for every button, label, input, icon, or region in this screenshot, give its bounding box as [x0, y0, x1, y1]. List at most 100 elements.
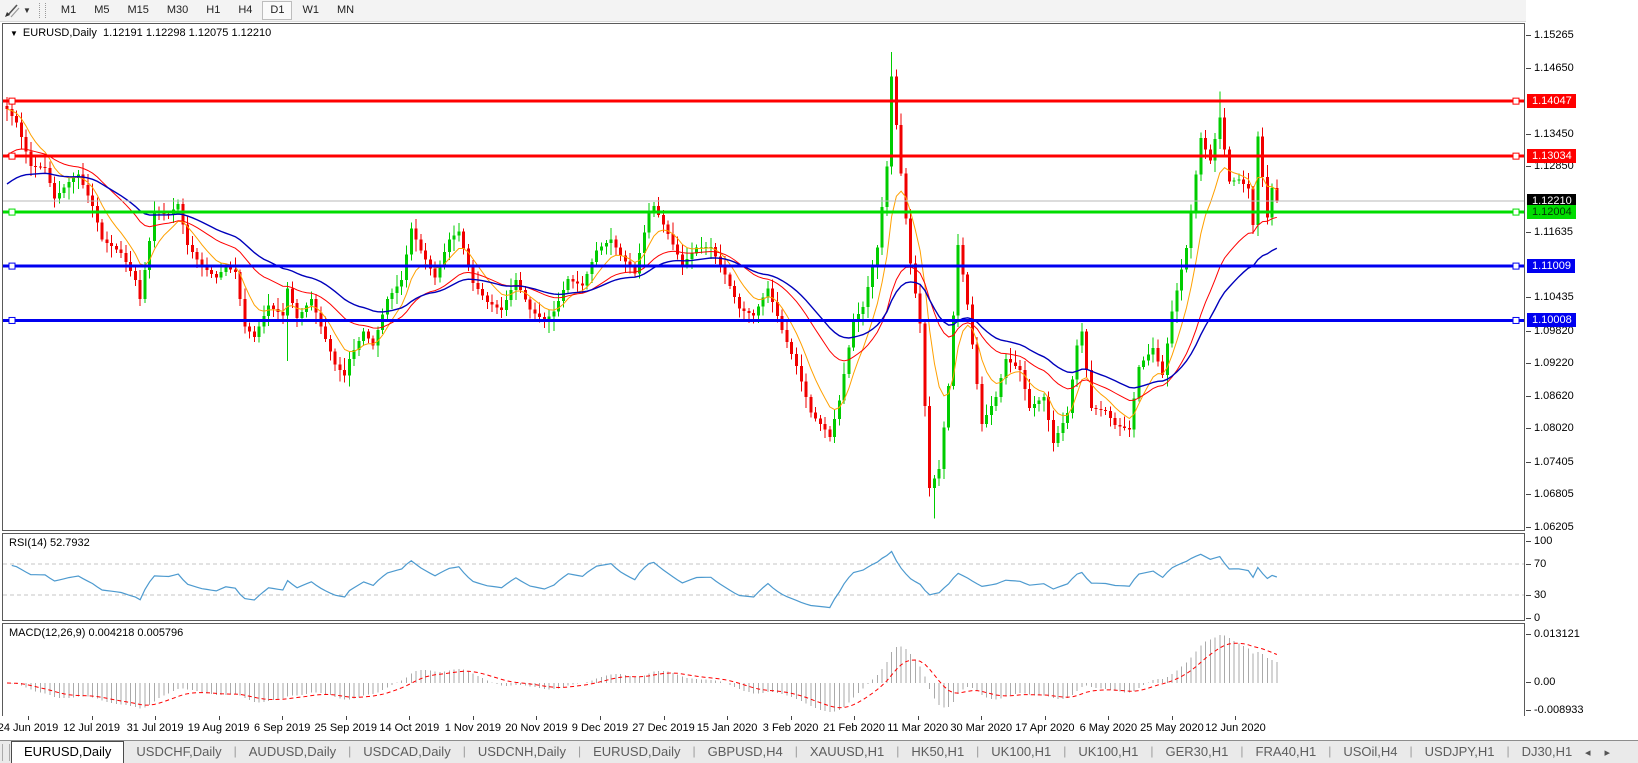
date-label: 15 Jan 2020 [696, 722, 758, 734]
line-handle[interactable] [8, 97, 16, 105]
tabbar-grip[interactable] [2, 744, 10, 761]
tab-uk100-h1[interactable]: UK100,H1 [979, 741, 1063, 763]
price-tick-label: 1.08020 [1534, 422, 1574, 435]
timeframe-button-m15[interactable]: M15 [119, 1, 156, 20]
price-tick-label: 1.10435 [1534, 291, 1574, 304]
chart-ohlc-values: 1.12191 1.12298 1.12075 1.12210 [103, 27, 272, 39]
timeframe-button-h4[interactable]: H4 [230, 1, 260, 20]
price-badge[interactable]: 1.14047 [1527, 94, 1576, 109]
macd-tick-label: 0.013121 [1534, 628, 1580, 640]
tabs-scroll-right-icon[interactable]: ▸ [1604, 747, 1624, 759]
tab-gbpusd-h4[interactable]: GBPUSD,H4 [696, 741, 795, 763]
line-handle[interactable] [1512, 316, 1520, 324]
price-tick [1526, 68, 1531, 70]
toolbar: ▼ M1 M5 M15 M30 H1 H4 D1 W1 MN [0, 0, 1638, 22]
date-tick [727, 716, 729, 720]
timeframe-button-h1[interactable]: H1 [198, 1, 228, 20]
chart-tabs-bar: EURUSD,Daily USDCHF,Daily | AUDUSD,Daily | US… [0, 740, 1638, 763]
tab-usdcnh-daily[interactable]: USDCNH,Daily [466, 741, 578, 763]
price-tick [1526, 395, 1531, 397]
price-tick-label: 1.15265 [1534, 29, 1574, 41]
timeframe-button-m30[interactable]: M30 [159, 1, 196, 20]
price-tick [1526, 461, 1531, 463]
date-tick [1235, 716, 1237, 720]
date-tick [790, 716, 792, 720]
date-tick [409, 716, 411, 720]
date-label: 17 Apr 2020 [1015, 722, 1075, 734]
price-badge[interactable]: 1.10008 [1527, 313, 1576, 328]
price-axis[interactable]: 1.15265 1.14650 1.13450 1.12850 1.11635 1.104… [1526, 0, 1638, 740]
price-tick-label: 1.11635 [1534, 226, 1573, 239]
date-tick [854, 716, 856, 720]
main-chart-panel[interactable]: ▼ EURUSD,Daily 1.12191 1.12298 1.12075 1.… [2, 23, 1525, 531]
tabs-scroll-arrows: ◂▸ [1585, 746, 1624, 759]
date-tick [1171, 716, 1173, 720]
tab-eurusd-daily[interactable]: EURUSD,Daily [11, 741, 125, 763]
date-tick [218, 716, 220, 720]
line-handle[interactable] [1512, 152, 1520, 160]
macd-tick [1526, 682, 1531, 683]
chart-symbol: EURUSD,Daily [22, 27, 97, 39]
rsi-panel[interactable]: RSI(14) 52.7932 [2, 533, 1525, 621]
price-tick [1526, 363, 1531, 365]
timeframe-button-m5[interactable]: M5 [86, 1, 117, 20]
tab-usdcad-daily[interactable]: USDCAD,Daily [351, 741, 462, 763]
dropdown-caret-icon[interactable]: ▼ [23, 6, 31, 15]
date-tick [345, 716, 347, 720]
line-handle[interactable] [1512, 97, 1520, 105]
timeframe-button-mn[interactable]: MN [329, 1, 362, 20]
tab-xauusd-h1[interactable]: XAUUSD,H1 [798, 741, 896, 763]
tab-ger30-h1[interactable]: GER30,H1 [1154, 741, 1241, 763]
tab-fra40-h1[interactable]: FRA40,H1 [1244, 741, 1329, 763]
rsi-label: RSI(14) 52.7932 [9, 537, 90, 549]
date-label: 30 Mar 2020 [950, 722, 1013, 734]
symbol-dropdown-icon[interactable]: ▼ [10, 29, 18, 38]
line-handle[interactable] [1512, 208, 1520, 216]
date-tick [981, 716, 983, 720]
rsi-tick-label: 30 [1534, 588, 1547, 601]
tab-usoil-h4[interactable]: USOil,H4 [1331, 741, 1409, 763]
price-tick [1526, 232, 1531, 234]
line-handle[interactable] [8, 152, 16, 160]
date-tick [472, 716, 474, 720]
toolbar-grip[interactable] [38, 3, 46, 18]
timeframe-button-w1[interactable]: W1 [294, 1, 327, 20]
date-label: 14 Oct 2019 [379, 722, 440, 734]
line-handle[interactable] [8, 316, 16, 324]
line-studies-icon[interactable] [2, 2, 22, 19]
tab-eurusd-daily[interactable]: EURUSD,Daily [581, 741, 692, 763]
tab-hk50-h1[interactable]: HK50,H1 [899, 741, 976, 763]
price-tick [1526, 35, 1531, 36]
price-badge[interactable]: 1.12004 [1527, 205, 1576, 220]
price-badge[interactable]: 1.11009 [1527, 259, 1575, 274]
line-handle[interactable] [8, 262, 16, 270]
price-badge[interactable]: 1.13034 [1527, 149, 1576, 164]
mt4-window: ▼ M1 M5 M15 M30 H1 H4 D1 W1 MN ▼ EURUSD,Daily 1.1… [0, 0, 1638, 763]
date-label: 25 Sep 2019 [314, 722, 377, 734]
rsi-tick-label: 70 [1534, 558, 1547, 571]
date-tick [1108, 716, 1110, 720]
timeframe-button-d1[interactable]: D1 [262, 1, 293, 20]
tabs-scroll-left-icon[interactable]: ◂ [1585, 747, 1605, 759]
price-tick [1526, 526, 1531, 528]
tab-audusd-daily[interactable]: AUDUSD,Daily [237, 741, 348, 763]
line-handle[interactable] [8, 208, 16, 216]
date-label: 6 Sep 2019 [254, 722, 311, 734]
date-label: 27 Dec 2019 [632, 722, 695, 734]
time-axis[interactable]: 24 Jun 2019 12 Jul 2019 31 Jul 2019 19 Aug … [0, 716, 1526, 738]
rsi-tick-label: 0 [1534, 612, 1541, 624]
price-tick [1526, 297, 1531, 299]
timeframe-button-m1[interactable]: M1 [53, 1, 84, 20]
rsi-tick-label: 100 [1534, 535, 1553, 547]
rsi-tick [1526, 618, 1531, 619]
tab-usdchf-daily[interactable]: USDCHF,Daily [124, 741, 233, 763]
date-tick [536, 716, 538, 720]
tab-uk100-h1[interactable]: UK100,H1 [1066, 741, 1150, 763]
tab-dj30-h1[interactable]: DJ30,H1 [1510, 741, 1585, 763]
macd-tick [1526, 634, 1531, 635]
macd-panel[interactable]: MACD(12,26,9) 0.004218 0.005796 [2, 623, 1525, 717]
tab-usdjpy-h1[interactable]: USDJPY,H1 [1413, 741, 1507, 763]
line-handle[interactable] [1512, 262, 1520, 270]
price-tick-label: 1.08620 [1534, 389, 1574, 402]
macd-tick-label: 0.00 [1534, 676, 1556, 688]
